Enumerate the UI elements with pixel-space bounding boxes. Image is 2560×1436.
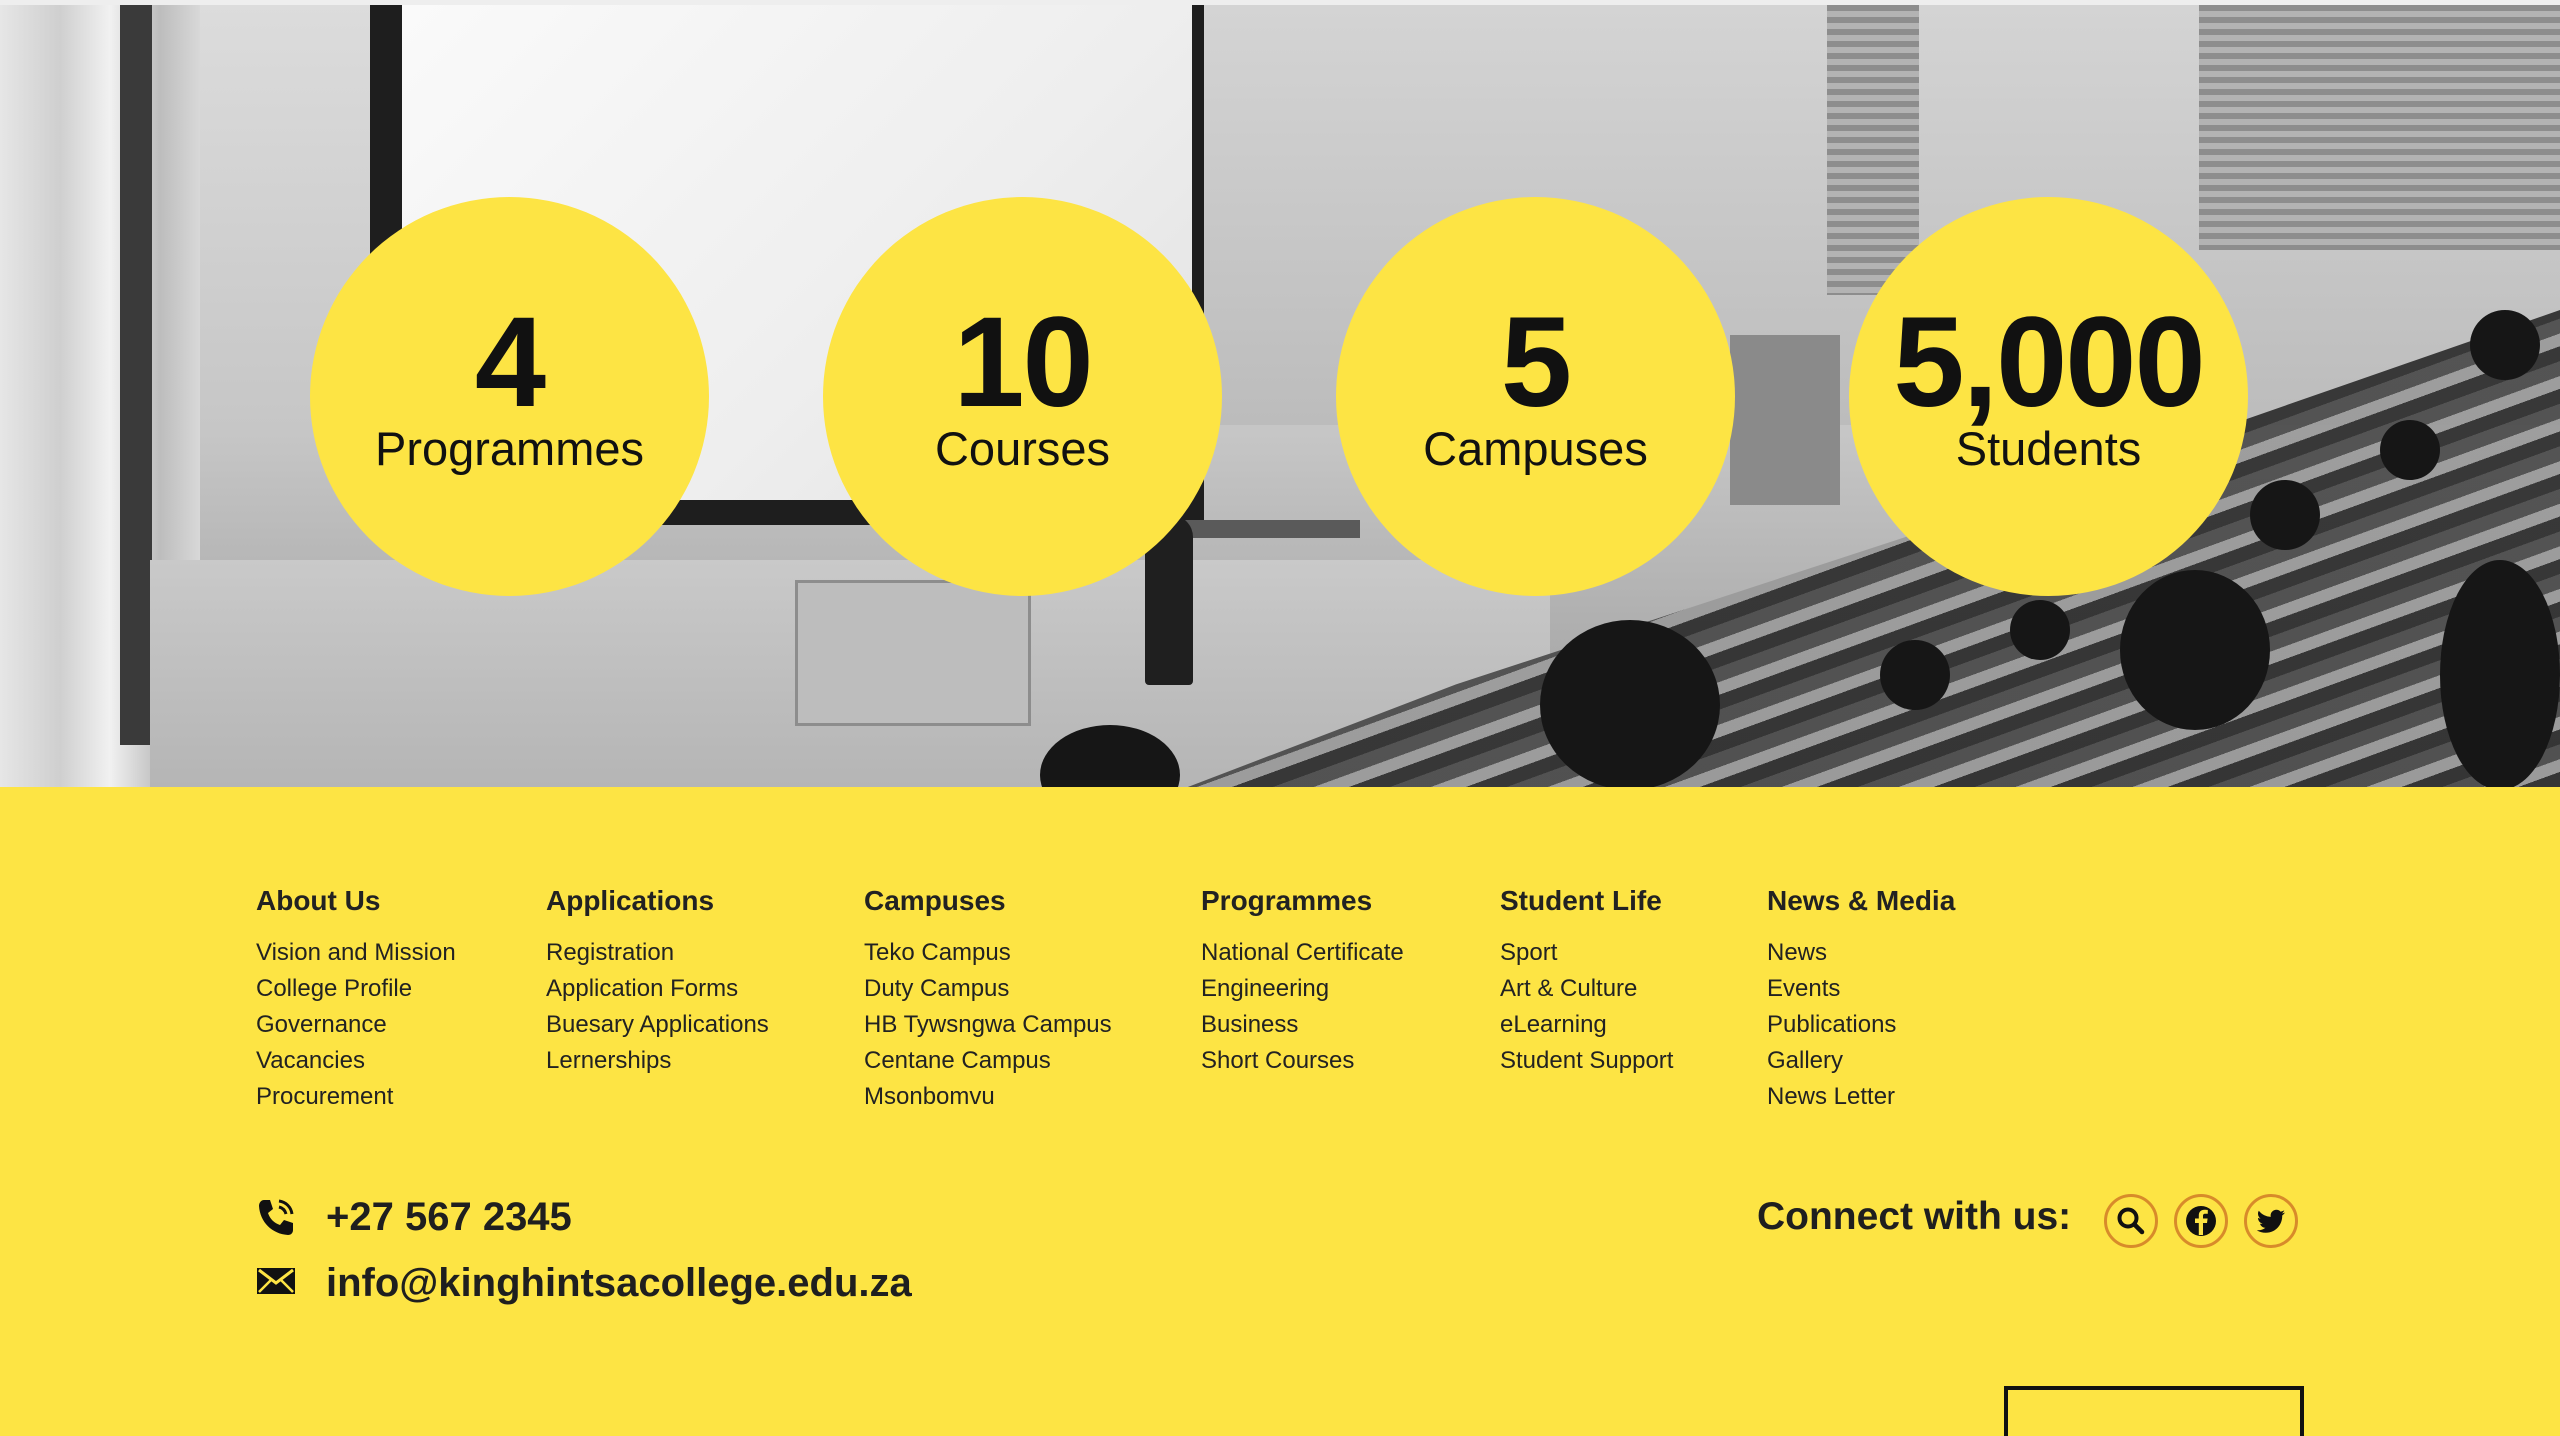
footer-link[interactable]: Registration xyxy=(546,935,769,971)
footer-heading[interactable]: About Us xyxy=(256,887,456,915)
footer-column-applications: Applications Registration Application Fo… xyxy=(546,887,769,1079)
footer-column-student-life: Student Life Sport Art & Culture eLearni… xyxy=(1500,887,1673,1079)
phone-number: +27 567 2345 xyxy=(326,1195,572,1239)
footer-link[interactable]: Lernerships xyxy=(546,1043,769,1079)
footer-link[interactable]: Business xyxy=(1201,1007,1404,1043)
footer-link[interactable]: Msonbomvu xyxy=(864,1079,1112,1115)
search-button[interactable] xyxy=(2104,1194,2158,1248)
footer-link[interactable]: Centane Campus xyxy=(864,1043,1112,1079)
email-address: info@kinghintsacollege.edu.za xyxy=(326,1261,912,1305)
footer-link[interactable]: Short Courses xyxy=(1201,1043,1404,1079)
footer-link[interactable]: Duty Campus xyxy=(864,971,1112,1007)
stat-value: 10 xyxy=(953,291,1093,434)
footer-column-news-media: News & Media News Events Publications Ga… xyxy=(1767,887,1955,1115)
footer-column-programmes: Programmes National Certificate Engineer… xyxy=(1201,887,1404,1079)
stat-campuses: 5 Campuses xyxy=(1336,197,1735,596)
footer-link[interactable]: Gallery xyxy=(1767,1043,1955,1079)
footer-heading[interactable]: Applications xyxy=(546,887,769,915)
footer-link[interactable]: College Profile xyxy=(256,971,456,1007)
facebook-button[interactable] xyxy=(2174,1194,2228,1248)
connect-label: Connect with us: xyxy=(1757,1195,2072,1238)
footer-link[interactable]: Art & Culture xyxy=(1500,971,1673,1007)
footer-link[interactable]: eLearning xyxy=(1500,1007,1673,1043)
twitter-button[interactable] xyxy=(2244,1194,2298,1248)
footer-link[interactable]: Governance xyxy=(256,1007,456,1043)
footer-link[interactable]: Events xyxy=(1767,971,1955,1007)
footer-link[interactable]: Application Forms xyxy=(546,971,769,1007)
footer-link[interactable]: HB Tywsngwa Campus xyxy=(864,1007,1112,1043)
footer-column-about-us: About Us Vision and Mission College Prof… xyxy=(256,887,456,1115)
search-icon xyxy=(2117,1207,2145,1235)
footer-link[interactable]: Sport xyxy=(1500,935,1673,971)
stat-programmes: 4 Programmes xyxy=(310,197,709,596)
footer-column-campuses: Campuses Teko Campus Duty Campus HB Tyws… xyxy=(864,887,1112,1115)
stat-label: Programmes xyxy=(374,422,644,475)
facebook-icon xyxy=(2186,1206,2216,1236)
footer-corner-box xyxy=(2004,1386,2304,1436)
stat-students: 5,000 Students xyxy=(1849,197,2248,596)
footer-link[interactable]: News Letter xyxy=(1767,1079,1955,1115)
footer-heading[interactable]: Campuses xyxy=(864,887,1112,915)
site-footer: About Us Vision and Mission College Prof… xyxy=(0,787,2560,1436)
footer-link[interactable]: Vacancies xyxy=(256,1043,456,1079)
stat-value: 5 xyxy=(1500,291,1572,434)
stat-value: 5,000 xyxy=(1893,291,2205,434)
footer-heading[interactable]: Student Life xyxy=(1500,887,1673,915)
phone-icon xyxy=(259,1199,294,1235)
footer-link[interactable]: Publications xyxy=(1767,1007,1955,1043)
footer-heading[interactable]: Programmes xyxy=(1201,887,1404,915)
footer-link[interactable]: Buesary Applications xyxy=(546,1007,769,1043)
stat-value: 4 xyxy=(474,291,546,434)
stat-label: Students xyxy=(1955,422,2142,475)
stat-label: Campuses xyxy=(1423,422,1648,475)
stat-courses: 10 Courses xyxy=(823,197,1222,596)
footer-link[interactable]: Engineering xyxy=(1201,971,1404,1007)
footer-link[interactable]: Teko Campus xyxy=(864,935,1112,971)
stat-label: Courses xyxy=(934,422,1110,475)
footer-link[interactable]: Procurement xyxy=(256,1079,456,1115)
mail-icon xyxy=(257,1268,295,1294)
footer-link[interactable]: Vision and Mission xyxy=(256,935,456,971)
footer-heading[interactable]: News & Media xyxy=(1767,887,1955,915)
twitter-icon xyxy=(2256,1209,2285,1233)
footer-link[interactable]: National Certificate xyxy=(1201,935,1404,971)
footer-link[interactable]: Student Support xyxy=(1500,1043,1673,1079)
footer-link[interactable]: News xyxy=(1767,935,1955,971)
